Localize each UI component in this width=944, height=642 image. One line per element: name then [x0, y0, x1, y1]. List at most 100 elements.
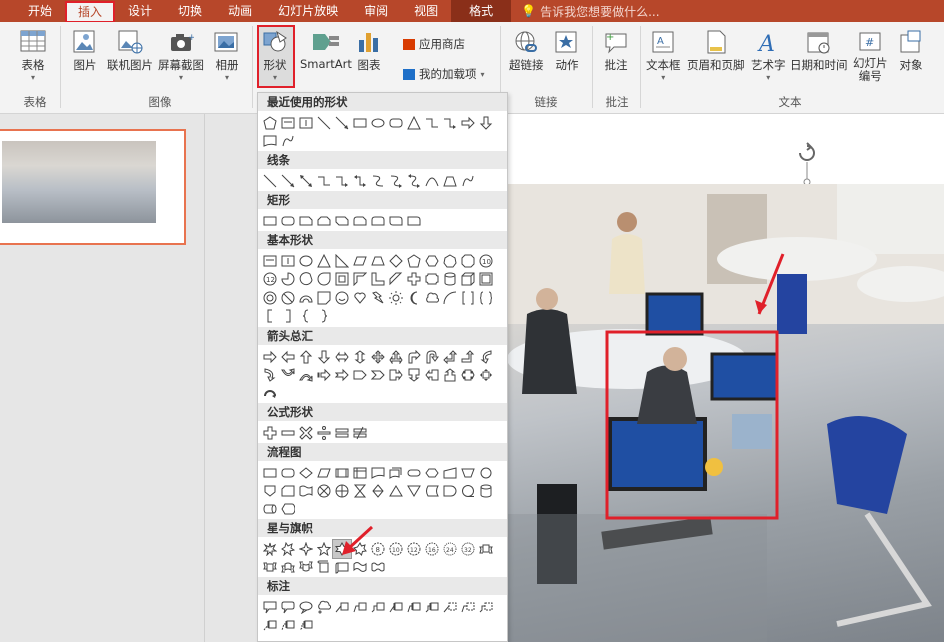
shape-elbow-double-arrow[interactable]: [351, 172, 369, 190]
action-button[interactable]: 动作: [554, 30, 580, 73]
shape-right-arrow[interactable]: [261, 348, 279, 366]
shape-round-single[interactable]: [405, 212, 423, 230]
shape-callout-rounded[interactable]: [279, 598, 297, 616]
shape-left-arrow-callout[interactable]: [423, 366, 441, 384]
shape-bent-arrow[interactable]: [405, 348, 423, 366]
shape-flow-offpage[interactable]: [261, 482, 279, 500]
shape-flow-summing[interactable]: [315, 482, 333, 500]
shape-callout-accent-border-3[interactable]: [297, 616, 315, 634]
picture-button[interactable]: 图片: [72, 30, 98, 73]
shape-callout-line-1[interactable]: [333, 598, 351, 616]
shape-down-arrow-callout[interactable]: [405, 366, 423, 384]
shape-up-arrow[interactable]: [297, 348, 315, 366]
shape-bevel[interactable]: [477, 270, 495, 288]
shape-curved-arrow[interactable]: [387, 172, 405, 190]
shape-right-triangle[interactable]: [333, 252, 351, 270]
shape-math-minus[interactable]: [279, 424, 297, 442]
shape-explosion-1[interactable]: [261, 540, 279, 558]
shape-circular-arrow[interactable]: [261, 384, 279, 402]
shape-flow-magnetic-disk[interactable]: [477, 482, 495, 500]
datetime-button[interactable]: 日期和时间: [790, 30, 848, 73]
shape-wave[interactable]: [351, 558, 369, 576]
shape-arc[interactable]: [441, 289, 459, 307]
shape-math-plus[interactable]: [261, 424, 279, 442]
tab-review[interactable]: 审阅: [351, 0, 401, 22]
shape-snip-corner-rectangle[interactable]: [297, 212, 315, 230]
shape-folded-corner[interactable]: [315, 289, 333, 307]
shape-pentagon-arrow[interactable]: [351, 366, 369, 384]
shape-double-brace[interactable]: [477, 289, 495, 307]
shape-curved-double-arrow[interactable]: [405, 172, 423, 190]
shape-callout-border-2[interactable]: [459, 598, 477, 616]
shape-elbow-connector[interactable]: [315, 172, 333, 190]
shape-flow-extract[interactable]: [387, 482, 405, 500]
shape-left-right-up-arrow[interactable]: [387, 348, 405, 366]
shape-cloud[interactable]: [423, 289, 441, 307]
shape-curved-up-arrow[interactable]: [279, 366, 297, 384]
shape-horizontal-scroll[interactable]: [333, 558, 351, 576]
shape-diagonal-stripe[interactable]: [387, 270, 405, 288]
shape-flow-predefined[interactable]: [333, 464, 351, 482]
shape-flow-decision[interactable]: [297, 464, 315, 482]
shape-arrow-line[interactable]: [333, 114, 351, 132]
store-button[interactable]: 应用商店: [403, 36, 465, 52]
slide-number-button[interactable]: # 幻灯片 编号: [853, 30, 888, 83]
shape-trapezoid[interactable]: [369, 252, 387, 270]
shape-curved-left-arrow[interactable]: [261, 366, 279, 384]
my-addins-button[interactable]: 我的加载项 ▾: [403, 66, 485, 82]
shape-down-arrow[interactable]: [477, 114, 495, 132]
shape-bent-up-arrow[interactable]: [459, 348, 477, 366]
shape-callout-accent-border-1[interactable]: [261, 616, 279, 634]
tab-transitions[interactable]: 切换: [165, 0, 215, 22]
shape-triangle[interactable]: [315, 252, 333, 270]
shape-flow-terminator[interactable]: [405, 464, 423, 482]
shape-up-arrow-callout[interactable]: [441, 366, 459, 384]
shape-elbow-arrow[interactable]: [441, 114, 459, 132]
shape-flow-card[interactable]: [279, 482, 297, 500]
shape-flow-data[interactable]: [315, 464, 333, 482]
shape-cube[interactable]: [459, 270, 477, 288]
shape-left-brace[interactable]: [297, 307, 315, 325]
shape-double-arrow-line[interactable]: [297, 172, 315, 190]
shape-heart[interactable]: [351, 289, 369, 307]
shape-right-arrow-callout[interactable]: [387, 366, 405, 384]
shape-left-right-arrow-callout[interactable]: [459, 366, 477, 384]
shape-star-4[interactable]: [297, 540, 315, 558]
wordart-button[interactable]: A 艺术字 ▾: [751, 30, 786, 82]
shape-plus[interactable]: [405, 270, 423, 288]
shape-star-16[interactable]: 16: [423, 540, 441, 558]
shape-callout-rect[interactable]: [261, 598, 279, 616]
shape-lightning[interactable]: [369, 289, 387, 307]
shapes-button[interactable]: 形状 ▾: [262, 30, 288, 82]
shape-left-up-arrow[interactable]: [441, 348, 459, 366]
shape-freeform[interactable]: [441, 172, 459, 190]
table-button[interactable]: 表格 ▾: [20, 30, 46, 82]
shape-parallelogram[interactable]: [351, 252, 369, 270]
shape-flow-manual-input[interactable]: [441, 464, 459, 482]
shape-rounded-rectangle[interactable]: [387, 114, 405, 132]
shape-callout-border-3[interactable]: [477, 598, 495, 616]
shape-block-arc[interactable]: [297, 289, 315, 307]
shape-rounded-rectangle[interactable]: [279, 212, 297, 230]
shape-down-arrow[interactable]: [315, 348, 333, 366]
shape-notched-right-arrow[interactable]: [333, 366, 351, 384]
shape-textbox[interactable]: [261, 252, 279, 270]
shape-flow-connector[interactable]: [477, 464, 495, 482]
header-footer-button[interactable]: 页眉和页脚: [687, 30, 745, 73]
tab-animations[interactable]: 动画: [215, 0, 265, 22]
shape-star-5[interactable]: [315, 540, 333, 558]
shape-flow-delay[interactable]: [441, 482, 459, 500]
shape-vertical-textbox[interactable]: [297, 114, 315, 132]
shape-flow-internal-storage[interactable]: [351, 464, 369, 482]
textbox-button[interactable]: A 文本框 ▾: [646, 30, 681, 82]
tab-format[interactable]: 格式: [451, 0, 512, 22]
tell-me-box[interactable]: 💡 告诉我您想要做什么...: [511, 3, 659, 20]
object-button[interactable]: 对象: [898, 30, 924, 73]
shape-callout-oval[interactable]: [297, 598, 315, 616]
tab-slideshow[interactable]: 幻灯片放映: [265, 0, 351, 22]
slide-canvas[interactable]: [506, 114, 944, 184]
shape-snip-same-side[interactable]: [315, 212, 333, 230]
shape-callout-line-2[interactable]: [351, 598, 369, 616]
shape-hexagon[interactable]: [423, 252, 441, 270]
shape-flow-stored-data[interactable]: [423, 482, 441, 500]
